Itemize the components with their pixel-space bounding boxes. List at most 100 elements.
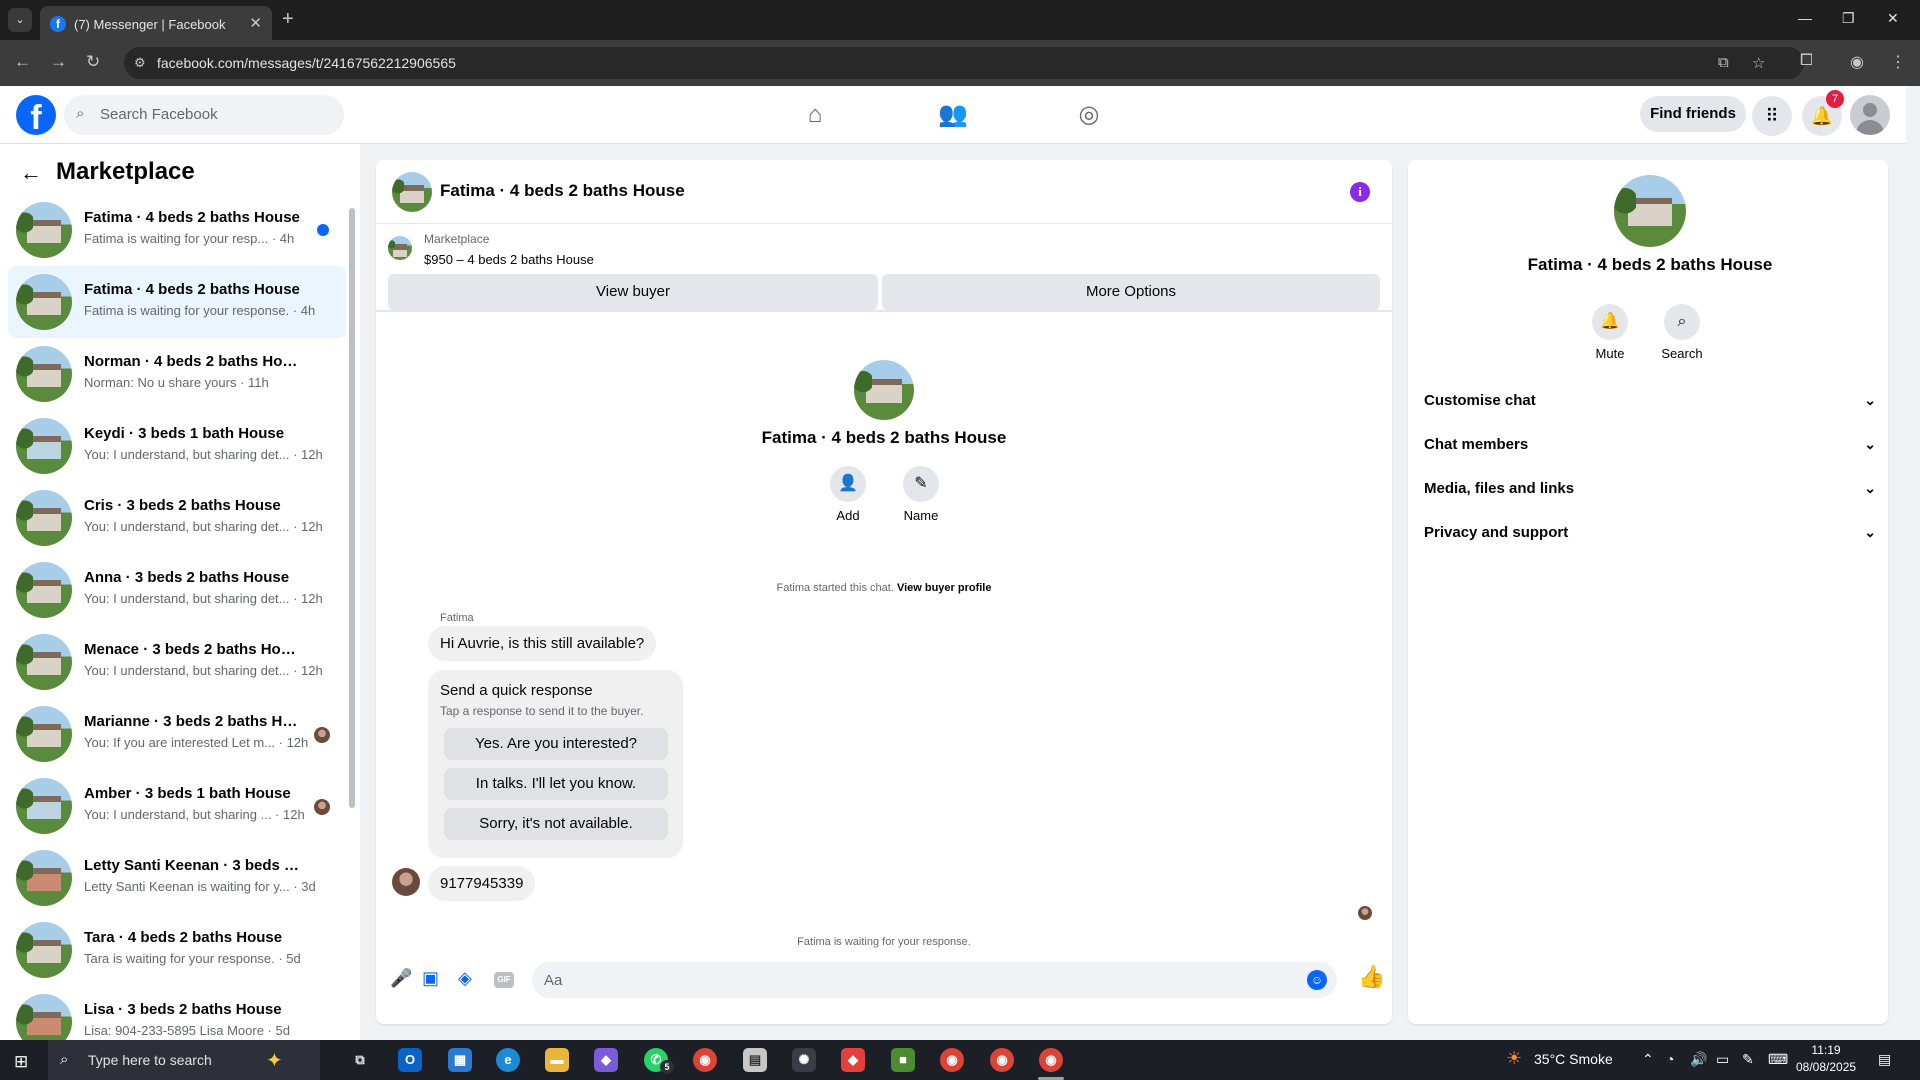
chat-members-section[interactable]: Chat members ⌄ [1424,436,1876,464]
photo-icon[interactable]: ▣ [422,968,439,989]
message-bubble[interactable]: 9177945339 [428,866,536,901]
reload-icon[interactable]: ↻ [86,52,100,72]
facebook-logo-icon[interactable]: f [16,95,56,135]
app-icon[interactable]: ▤ [743,1048,767,1072]
new-tab-icon[interactable]: + [282,8,294,30]
notification-center-icon[interactable]: ▤ [1878,1051,1891,1068]
chrome-profile-icon[interactable]: ◉ [990,1048,1014,1072]
info-icon[interactable]: i [1350,182,1370,202]
emoji-icon[interactable]: ☺ [1307,970,1327,990]
chat-list-item[interactable]: Keydi · 3 beds 1 bath House You: I unders… [8,410,346,482]
rename-button[interactable]: ✎ Name [891,466,951,523]
chat-list-item[interactable]: Amber · 3 beds 1 bath House You: I unders… [8,770,346,842]
back-arrow-icon[interactable]: ← [20,160,42,186]
privacy-support-section[interactable]: Privacy and support ⌄ [1424,524,1876,552]
chat-list-item[interactable]: Menace · 3 beds 2 baths House You: I unde… [8,626,346,698]
file-explorer-icon[interactable]: ▬ [545,1048,569,1072]
search-conversation-button[interactable]: ⌕ Search [1652,304,1712,361]
customise-chat-section[interactable]: Customise chat ⌄ [1424,392,1876,420]
quick-response-option[interactable]: In talks. I'll let you know. [444,768,668,800]
scrollbar-thumb[interactable] [349,208,355,808]
forward-icon[interactable]: → [50,52,67,72]
store-icon[interactable]: ▦ [448,1048,472,1072]
minimize-icon[interactable]: — [1798,10,1812,26]
more-options-button[interactable]: More Options [882,274,1380,310]
tab-search-icon[interactable]: ⌄ [8,8,32,32]
site-info-icon[interactable]: ⚙ [134,55,146,71]
home-icon[interactable]: ⌂ [798,98,832,132]
mute-button[interactable]: 🔔 Mute [1580,304,1640,361]
outlook-icon[interactable]: O [398,1048,422,1072]
chrome-menu-icon[interactable]: ⋮ [1890,52,1906,72]
conversation-avatar[interactable] [392,172,432,212]
message-input[interactable]: Aa ☺ [532,962,1337,998]
address-bar[interactable]: ⚙ facebook.com/messages/t/24167562212906… [124,47,1804,79]
extensions-icon[interactable]: ⧠ [1800,52,1813,70]
page-scrollbar[interactable] [1906,86,1920,1040]
chatgpt-icon[interactable]: ✺ [792,1048,816,1072]
keyboard-icon[interactable]: ⌨ [1768,1051,1788,1068]
message-bubble[interactable]: Hi Auvrie, is this still available? [428,626,657,661]
show-hidden-icons[interactable]: ⌃ [1642,1051,1654,1068]
listing-price[interactable]: $950 – 4 beds 2 baths House [424,252,594,267]
task-view-icon[interactable]: ⧉ [348,1048,372,1072]
gif-icon[interactable]: GIF [494,972,514,988]
windows-taskbar: ⊞ ⌕ Type here to search ✦ ⧉ O ▦ e ▬ ◆ ✆ … [0,1040,1920,1080]
window-close-icon[interactable]: ✕ [1887,10,1899,27]
tab-close-icon[interactable]: ✕ [249,14,262,32]
add-member-button[interactable]: 👤 Add [818,466,878,523]
anydesk-icon[interactable]: ◆ [841,1048,865,1072]
account-avatar[interactable] [1850,95,1890,135]
profile-icon[interactable]: ◉ [1850,52,1864,72]
add-person-icon: 👤 [830,466,866,502]
find-friends-button[interactable]: Find friends [1640,96,1746,132]
restore-icon[interactable]: ❐ [1842,10,1855,27]
media-files-links-section[interactable]: Media, files and links ⌄ [1424,480,1876,508]
microphone-icon[interactable]: 🎤 [390,968,412,989]
chat-list-item[interactable]: Cris · 3 beds 2 baths House You: I unders… [8,482,346,554]
view-buyer-profile-link[interactable]: View buyer profile [897,582,992,594]
chat-list-item[interactable]: Marianne · 3 beds 2 baths Ho... You: If y… [8,698,346,770]
details-title: Fatima · 4 beds 2 baths House [1527,255,1773,274]
chat-list-item[interactable]: Norman · 4 beds 2 baths House Norman: No … [8,338,346,410]
chat-list-item-active[interactable]: Fatima · 4 beds 2 baths House Fatima is w… [8,266,346,338]
network-icon[interactable]: ◔ [1666,1051,1674,1067]
chat-list-item[interactable]: Tara · 4 beds 2 baths House Tara is waiti… [8,914,346,986]
browser-tab[interactable]: f (7) Messenger | Facebook ✕ [40,6,272,40]
sender-avatar[interactable] [392,868,420,896]
chat-preview: Tara is waiting for your response. · 5d [84,951,301,966]
groups-icon[interactable]: ◎ [1072,98,1106,132]
chrome-profile-active-icon[interactable]: ◉ [1039,1048,1063,1072]
url-text[interactable]: facebook.com/messages/t/2416756221290656… [157,55,456,71]
pen-icon[interactable]: ✎ [1742,1051,1754,1068]
sticker-icon[interactable]: ◈ [458,968,472,989]
view-buyer-button[interactable]: View buyer [388,274,878,310]
battery-icon[interactable]: ▭ [1716,1051,1729,1068]
chat-list-item[interactable]: Letty Santi Keenan · 3 beds 2 bat... Lett… [8,842,346,914]
conversation-title[interactable]: Fatima · 4 beds 2 baths House [440,181,685,201]
chrome-icon[interactable]: ◉ [693,1048,717,1072]
thumbs-up-icon[interactable]: 👍 [1358,964,1385,990]
install-app-icon[interactable]: ⧉ [1718,54,1729,71]
system-clock[interactable]: 11:19 08/08/2025 [1796,1042,1856,1076]
chrome-profile-icon[interactable]: ◉ [940,1048,964,1072]
friends-icon[interactable]: 👥 [936,98,970,132]
chat-list-item[interactable]: Anna · 3 beds 2 baths House You: I unders… [8,554,346,626]
sidebar-scrollbar[interactable] [348,196,356,1036]
menu-grid-icon[interactable]: ⠿ [1752,96,1792,136]
bookmark-star-icon[interactable]: ☆ [1752,54,1765,72]
chat-list-item[interactable]: Fatima · 4 beds 2 baths House Fatima is w… [8,194,346,266]
copilot-app-icon[interactable]: ◆ [594,1048,618,1072]
quick-response-option[interactable]: Sorry, it's not available. [444,808,668,840]
back-icon[interactable]: ← [14,52,31,72]
listing-thumbnail[interactable] [388,236,412,260]
windows-start-icon[interactable]: ⊞ [14,1052,28,1072]
volume-icon[interactable]: 🔊 [1690,1051,1707,1068]
search-input[interactable]: ⌕ Search Facebook [64,95,344,135]
edge-icon[interactable]: e [496,1048,520,1072]
minecraft-icon[interactable]: ■ [891,1048,915,1072]
weather-text[interactable]: 35°C Smoke [1534,1051,1613,1067]
taskbar-search-input[interactable]: ⌕ Type here to search ✦ [48,1040,320,1080]
quick-response-option[interactable]: Yes. Are you interested? [444,728,668,760]
intro-avatar [854,360,914,420]
